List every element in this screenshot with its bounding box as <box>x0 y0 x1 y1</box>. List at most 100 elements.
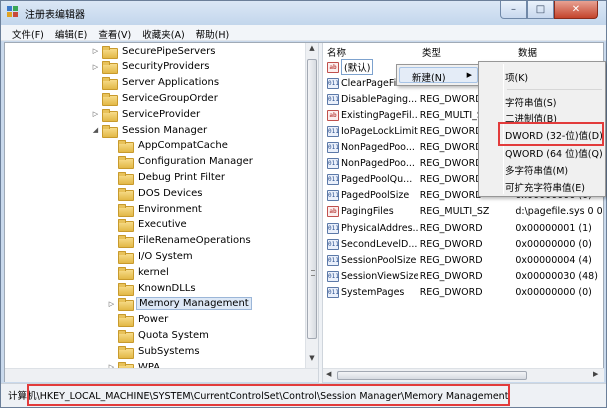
submenu-item-expandable-string[interactable]: 可扩充字符串值(E) <box>505 180 585 194</box>
tree-item[interactable]: ▷ Memory Management <box>107 296 252 312</box>
expand-arrow-icon[interactable]: ▷ <box>91 110 100 118</box>
value-name-cell: ab ExistingPageFil... <box>323 109 418 121</box>
folder-icon <box>118 219 134 233</box>
tree-item[interactable]: Configuration Manager <box>107 154 255 170</box>
value-row[interactable]: 011 PhysicalAddres... REG_DWORD 0x00000001 … <box>323 220 604 236</box>
expand-arrow-icon[interactable]: ▷ <box>91 47 100 55</box>
value-name: NonPagedPoo... <box>341 158 415 170</box>
list-scroll-thumb[interactable] <box>337 371 527 380</box>
scroll-left-icon[interactable]: ◀ <box>326 370 331 378</box>
value-name-cell: 011 SessionPoolSize <box>323 254 418 266</box>
menu-bar: 文件(F) 编辑(E) 查看(V) 收藏夹(A) 帮助(H) <box>1 25 606 41</box>
path-highlight-box <box>27 384 510 406</box>
value-name: ExistingPageFil... <box>341 109 418 121</box>
value-row[interactable]: 011 SecondLevelD... REG_DWORD 0x00000000 (0… <box>323 236 604 252</box>
value-row[interactable]: ab PagingFiles REG_MULTI_SZ d:\pagefile.sys… <box>323 204 604 220</box>
value-name: PhysicalAddres... <box>341 222 418 234</box>
tree-item[interactable]: SubSystems <box>107 343 202 359</box>
value-name-cell: 011 SessionViewSize <box>323 270 418 282</box>
value-row[interactable]: 011 SessionViewSize REG_DWORD 0x00000030 (4… <box>323 268 604 284</box>
column-header-type[interactable]: 类型 <box>418 43 514 59</box>
tree-item[interactable]: ◢ Session Manager <box>91 122 209 138</box>
tree-item-label: Executive <box>138 219 187 231</box>
tree-item[interactable]: AppCompatCache <box>107 138 230 154</box>
menu-file[interactable]: 文件(F) <box>7 25 50 41</box>
submenu-item-multi-string[interactable]: 多字符串值(M) <box>505 163 568 177</box>
string-value-icon: ab <box>327 109 339 121</box>
tree-item[interactable]: ▷ WPA <box>107 359 162 368</box>
menu-help[interactable]: 帮助(H) <box>191 25 236 41</box>
value-type-cell: REG_DWORD <box>419 238 483 250</box>
tree-item[interactable]: KnownDLLs <box>107 280 198 296</box>
folder-icon <box>118 329 134 343</box>
submenu-item-key[interactable]: 项(K) <box>505 70 528 84</box>
tree-item-label: SecurePipeServers <box>122 45 216 57</box>
tree-item[interactable]: ▷ SecurePipeServers <box>91 43 217 59</box>
menu-edit[interactable]: 编辑(E) <box>50 25 93 41</box>
tree-item[interactable]: Environment <box>107 201 204 217</box>
value-type-cell: REG_DWORD <box>419 222 483 234</box>
tree-horizontal-scrollbar[interactable] <box>5 368 318 382</box>
minimize-button[interactable]: – <box>500 1 527 19</box>
tree-item[interactable]: FileRenameOperations <box>107 233 253 249</box>
expand-arrow-icon[interactable]: ▷ <box>107 300 116 308</box>
value-type-cell: REG_MULTI_SZ <box>419 206 490 218</box>
binary-value-icon: 011 <box>327 125 339 137</box>
title-bar[interactable]: 注册表编辑器 – □ ✕ <box>1 1 606 25</box>
tree-item-label: DOS Devices <box>138 187 203 199</box>
value-name-cell: 011 PhysicalAddres... <box>323 222 418 234</box>
window-title: 注册表编辑器 <box>25 10 85 21</box>
folder-icon <box>118 203 134 217</box>
close-icon: ✕ <box>571 4 581 15</box>
tree-item[interactable]: Power <box>107 312 170 328</box>
tree-scroll-thumb[interactable] <box>307 59 317 339</box>
tree-item[interactable]: Quota System <box>107 327 211 343</box>
folder-icon <box>118 250 134 264</box>
value-name: PagingFiles <box>341 206 394 218</box>
tree-vertical-scrollbar[interactable]: ▲ ▼ <box>305 43 318 368</box>
value-data-cell: 0x00000000 (0) <box>515 286 592 298</box>
expand-arrow-icon[interactable]: ◢ <box>91 126 100 134</box>
list-horizontal-scrollbar[interactable]: ◀ ▶ <box>323 368 604 382</box>
value-row[interactable]: 011 SessionPoolSize REG_DWORD 0x00000004 (4… <box>323 252 604 268</box>
value-name: SystemPages <box>341 286 405 298</box>
menu-separator <box>507 89 602 90</box>
folder-icon <box>118 298 134 312</box>
dword-highlight-box <box>498 122 604 146</box>
expand-arrow-icon[interactable]: ▷ <box>91 63 100 71</box>
binary-value-icon: 011 <box>327 93 339 105</box>
tree-item[interactable]: ▷ ServiceProvider <box>91 106 202 122</box>
value-name-cell: 011 DisablePaging... <box>323 93 418 105</box>
tree-item[interactable]: kernel <box>107 264 171 280</box>
tree-item[interactable]: Executive <box>107 217 189 233</box>
tree-item[interactable]: DOS Devices <box>107 185 205 201</box>
value-name-cell: 011 IoPageLockLimit <box>323 125 418 137</box>
value-row[interactable]: 011 SystemPages REG_DWORD 0x00000000 (0) <box>323 284 604 300</box>
list-header: 名称 类型 数据 <box>323 43 604 59</box>
menu-view[interactable]: 查看(V) <box>93 25 137 41</box>
maximize-button[interactable]: □ <box>527 1 554 19</box>
close-button[interactable]: ✕ <box>554 1 598 19</box>
tree-item[interactable]: Server Applications <box>91 75 221 91</box>
maximize-icon: □ <box>535 4 546 15</box>
tree-item[interactable]: Debug Print Filter <box>107 169 227 185</box>
value-name: SessionPoolSize <box>341 254 417 266</box>
scroll-up-icon[interactable]: ▲ <box>306 44 318 57</box>
scroll-down-icon[interactable]: ▼ <box>306 354 318 367</box>
tree-item[interactable]: I/O System <box>107 248 195 264</box>
context-menu-new[interactable]: 新建(N) ▶ <box>399 67 478 84</box>
string-value-icon: ab <box>327 206 339 218</box>
folder-icon <box>102 108 118 122</box>
tree-item[interactable]: ServiceGroupOrder <box>91 90 220 106</box>
tree-item-label: Debug Print Filter <box>138 171 226 183</box>
scroll-right-icon[interactable]: ▶ <box>593 370 598 378</box>
folder-icon <box>118 171 134 185</box>
submenu-item-qword[interactable]: QWORD (64 位)值(Q) <box>505 146 603 160</box>
menu-favorites[interactable]: 收藏夹(A) <box>137 25 190 41</box>
folder-icon <box>118 156 134 170</box>
tree-item[interactable]: ▷ SecurityProviders <box>91 59 211 75</box>
column-header-data[interactable]: 数据 <box>514 43 604 59</box>
minimize-icon: – <box>511 4 516 15</box>
submenu-item-string[interactable]: 字符串值(S) <box>505 95 556 109</box>
column-header-name[interactable]: 名称 <box>323 43 418 59</box>
